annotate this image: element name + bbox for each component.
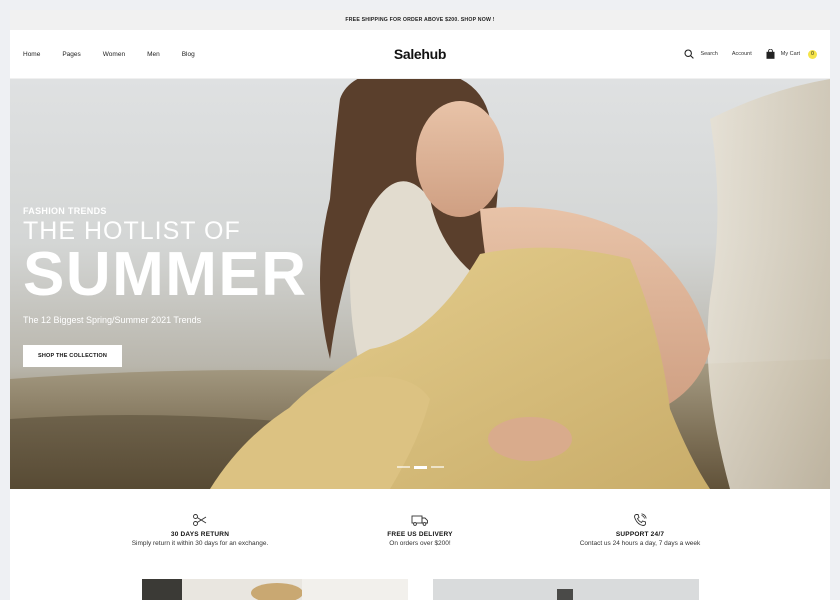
- feature-delivery: FREE US DELIVERY On orders over $200!: [310, 513, 530, 579]
- feature-returns: 30 DAYS RETURN Simply return it within 3…: [90, 513, 310, 579]
- phone-icon: [634, 513, 647, 526]
- promo-bar: FREE SHIPPING FOR ORDER ABOVE $200. SHOP…: [10, 10, 830, 30]
- hero-banner: FASHION TRENDS THE HOTLIST OF SUMMER The…: [10, 79, 830, 489]
- feature-title: FREE US DELIVERY: [387, 531, 453, 538]
- feature-desc: Simply return it within 30 days for an e…: [131, 540, 269, 547]
- search-icon: [684, 49, 695, 59]
- product-card-1[interactable]: [142, 579, 408, 600]
- slider-dot-1[interactable]: [397, 466, 410, 468]
- search-button[interactable]: Search: [684, 49, 718, 59]
- nav-actions: Search Account My Cart 0: [684, 49, 817, 59]
- slider-dot-2[interactable]: [414, 465, 427, 469]
- promo-text[interactable]: FREE SHIPPING FOR ORDER ABOVE $200. SHOP…: [345, 17, 494, 23]
- hero-copy: FASHION TRENDS THE HOTLIST OF SUMMER The…: [23, 206, 308, 367]
- scissors-icon: [193, 514, 207, 526]
- feature-title: 30 DAYS RETURN: [170, 531, 230, 538]
- hero-description: The 12 Biggest Spring/Summer 2021 Trends: [23, 315, 202, 325]
- nav-link-blog[interactable]: Blog: [182, 51, 195, 58]
- feature-strip: 30 DAYS RETURN Simply return it within 3…: [10, 489, 830, 579]
- cart-button[interactable]: My Cart 0: [766, 49, 817, 59]
- nav-link-home[interactable]: Home: [23, 51, 40, 58]
- account-button[interactable]: Account: [732, 51, 752, 57]
- product-card-2[interactable]: [433, 579, 699, 600]
- slider-dots: [397, 465, 444, 469]
- shop-collection-button[interactable]: SHOP THE COLLECTION: [23, 345, 122, 367]
- feature-desc: On orders over $200!: [389, 540, 451, 547]
- nav-link-women[interactable]: Women: [103, 51, 125, 58]
- feature-title: SUPPORT 24/7: [615, 531, 665, 538]
- nav-link-men[interactable]: Men: [147, 51, 160, 58]
- slider-dot-3[interactable]: [431, 466, 444, 468]
- nav-links: Home Pages Women Men Blog: [23, 51, 217, 58]
- feature-support: SUPPORT 24/7 Contact us 24 hours a day, …: [530, 513, 750, 579]
- product-image: [142, 579, 408, 600]
- nav-link-pages[interactable]: Pages: [62, 51, 80, 58]
- account-label: Account: [731, 51, 752, 57]
- product-image: [433, 579, 699, 600]
- page-frame: FREE SHIPPING FOR ORDER ABOVE $200. SHOP…: [10, 10, 830, 600]
- product-teasers: [10, 579, 830, 600]
- main-nav: Home Pages Women Men Blog Salehub Search…: [10, 30, 830, 79]
- cart-label: My Cart: [780, 51, 800, 57]
- truck-icon: [411, 515, 428, 526]
- feature-desc: Contact us 24 hours a day, 7 days a week: [579, 540, 701, 547]
- search-label: Search: [700, 51, 718, 57]
- hero-eyebrow: FASHION TRENDS: [23, 206, 107, 216]
- hero-headline-big: SUMMER: [23, 240, 308, 309]
- shopping-bag-icon: [766, 49, 775, 59]
- cart-count-badge: 0: [808, 49, 817, 59]
- site-logo[interactable]: Salehub: [394, 46, 447, 62]
